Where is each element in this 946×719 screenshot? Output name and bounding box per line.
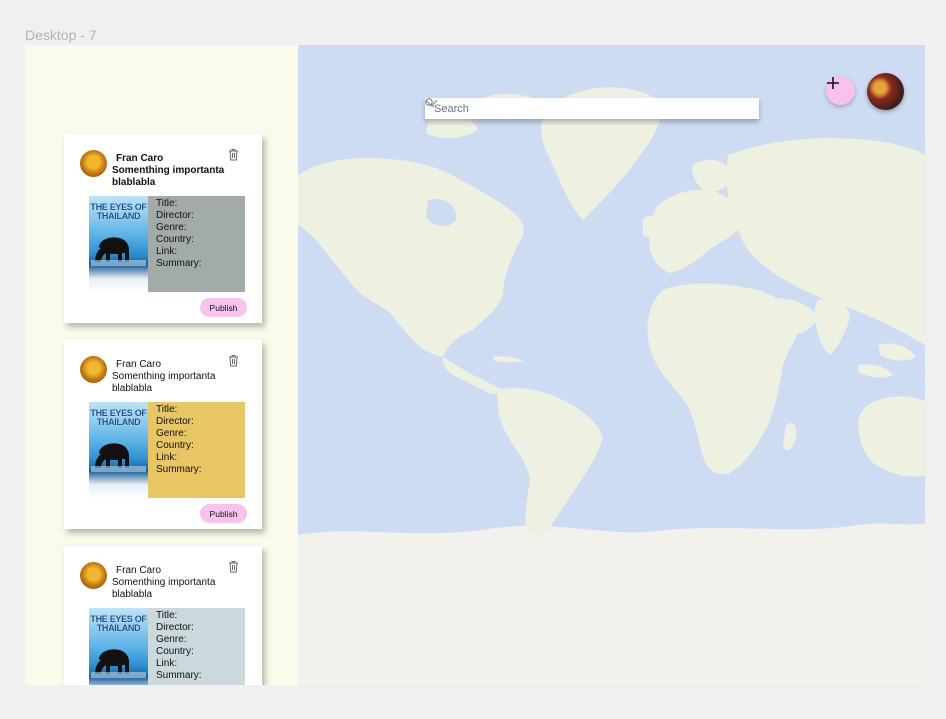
trash-icon[interactable]	[228, 560, 239, 573]
desktop-frame: Fran Caro Somenthing importanta blablabl…	[25, 45, 925, 685]
world-map[interactable]	[298, 45, 925, 685]
card-author: Fran Caro	[116, 565, 162, 576]
movie-fields: Title: Director: Genre: Country: Link: S…	[156, 610, 202, 682]
card-text: Somenthing importanta blablabla	[112, 371, 216, 394]
post-card: Fran Caro Somenthing importanta blablabl…	[64, 134, 262, 323]
avatar[interactable]	[80, 356, 107, 383]
field-genre: Genre:	[156, 222, 187, 233]
movie-info: THE EYES OF THAILAND Title: Director: Ge…	[89, 608, 245, 685]
field-summary: Summary:	[156, 258, 202, 269]
field-title: Title:	[156, 610, 178, 621]
user-avatar[interactable]	[867, 73, 904, 110]
card-text: Somenthing importanta blablabla	[112, 577, 216, 600]
movie-info: THE EYES OF THAILAND Title: Director: Ge…	[89, 196, 245, 292]
field-title: Title:	[156, 404, 178, 415]
card-author: Fran Caro	[116, 153, 164, 164]
movie-fields: Title: Director: Genre: Country: Link: S…	[156, 404, 202, 476]
field-link: Link:	[156, 246, 178, 257]
elephant-image	[91, 443, 146, 472]
poster-title: THE EYES OF THAILAND	[90, 408, 147, 427]
movie-poster: THE EYES OF THAILAND	[89, 196, 148, 292]
field-director: Director:	[156, 416, 194, 427]
plus-icon	[827, 77, 839, 89]
poster-title: THE EYES OF THAILAND	[90, 614, 147, 633]
post-card: Fran Caro Somenthing importanta blablabl…	[64, 546, 262, 685]
sidebar: Fran Caro Somenthing importanta blablabl…	[25, 45, 298, 685]
trash-icon[interactable]	[228, 148, 239, 161]
field-title: Title:	[156, 198, 178, 209]
field-summary: Summary:	[156, 464, 202, 475]
field-genre: Genre:	[156, 428, 187, 439]
world-map-graphic	[298, 87, 925, 685]
post-card: Fran Caro Somenthing importanta blablabl…	[64, 340, 262, 529]
publish-button[interactable]: Publish	[200, 504, 247, 523]
add-button[interactable]	[826, 76, 855, 105]
elephant-image	[91, 649, 146, 678]
frame-label: Desktop - 7	[25, 27, 97, 43]
field-director: Director:	[156, 210, 194, 221]
avatar[interactable]	[80, 562, 107, 589]
field-link: Link:	[156, 452, 178, 463]
field-country: Country:	[156, 440, 194, 451]
publish-button[interactable]: Publish	[200, 298, 247, 317]
field-genre: Genre:	[156, 634, 187, 645]
movie-fields: Title: Director: Genre: Country: Link: S…	[156, 198, 202, 270]
field-director: Director:	[156, 622, 194, 633]
avatar[interactable]	[80, 150, 107, 177]
field-country: Country:	[156, 646, 194, 657]
field-country: Country:	[156, 234, 194, 245]
search-bar[interactable]	[425, 98, 759, 119]
movie-poster: THE EYES OF THAILAND	[89, 608, 148, 685]
poster-title: THE EYES OF THAILAND	[90, 202, 147, 221]
field-link: Link:	[156, 658, 178, 669]
movie-info: THE EYES OF THAILAND Title: Director: Ge…	[89, 402, 245, 498]
card-author: Fran Caro	[116, 359, 162, 370]
chevron-down-icon[interactable]	[425, 98, 438, 108]
field-summary: Summary:	[156, 670, 202, 681]
trash-icon[interactable]	[228, 354, 239, 367]
movie-poster: THE EYES OF THAILAND	[89, 402, 148, 498]
card-text: Somenthing importanta blablabla	[112, 165, 225, 188]
search-input[interactable]	[431, 102, 724, 115]
elephant-image	[91, 237, 146, 266]
